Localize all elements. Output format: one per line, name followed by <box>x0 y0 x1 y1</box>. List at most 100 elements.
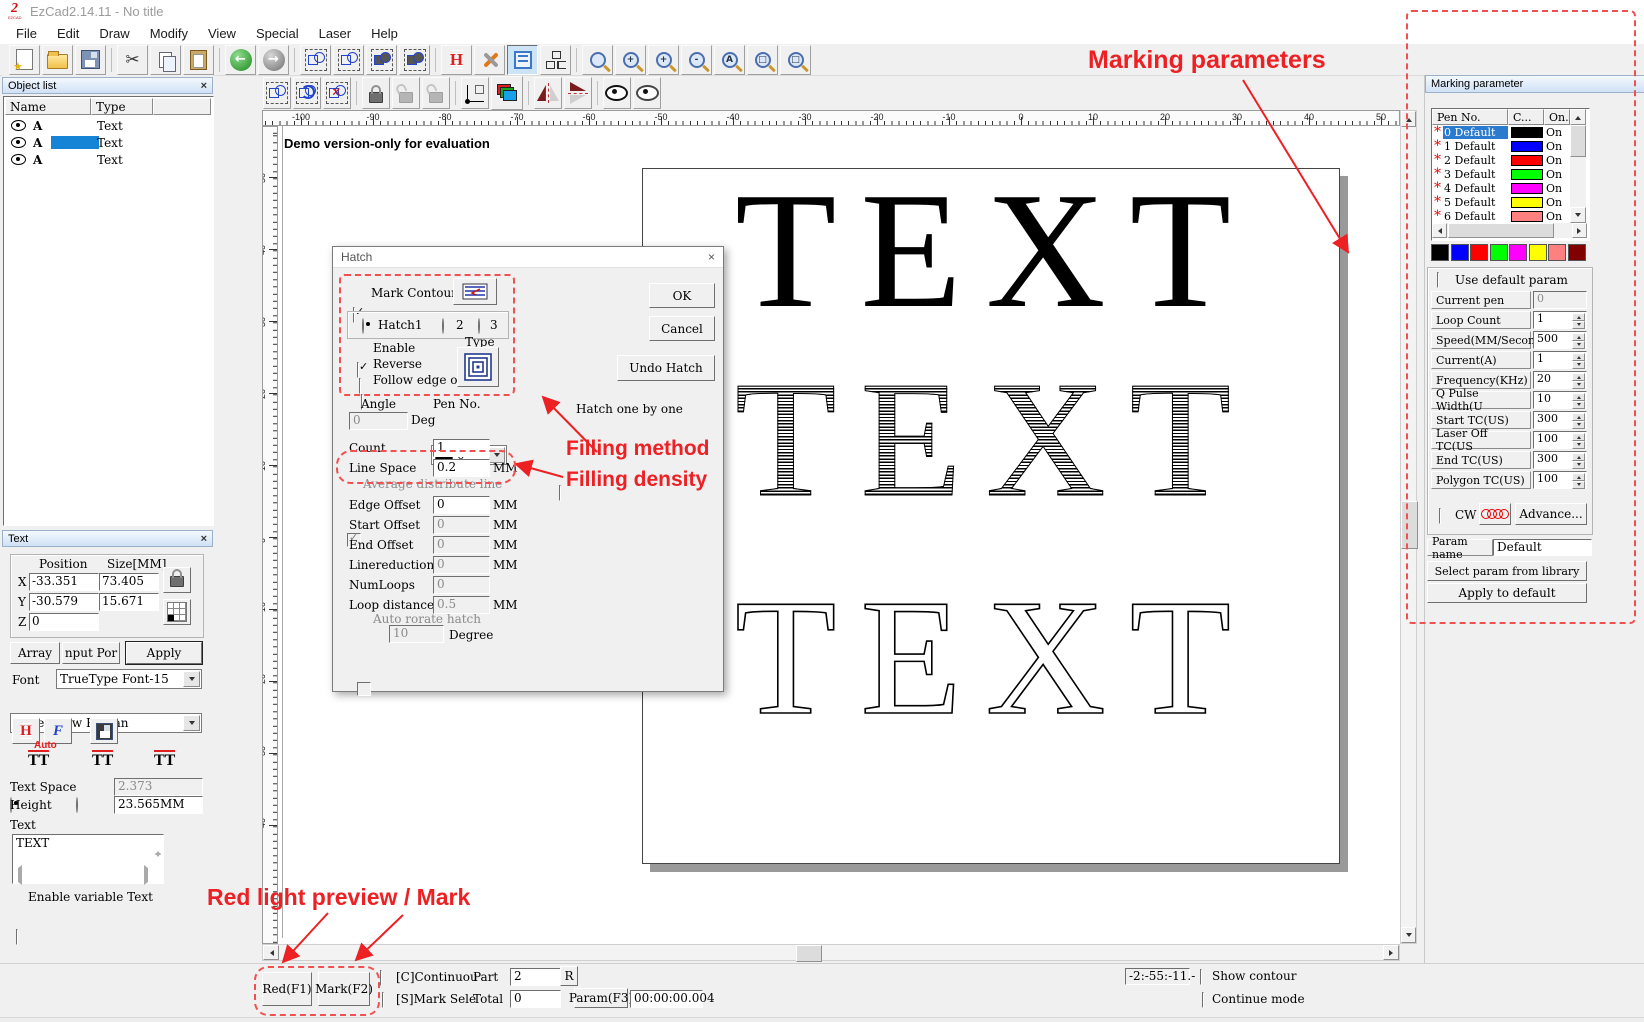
tools-button[interactable] <box>474 45 505 75</box>
redo-button[interactable]: → <box>258 45 289 75</box>
pen-row[interactable]: *1 DefaultOn <box>1432 139 1570 153</box>
menu-draw[interactable]: Draw <box>89 26 139 41</box>
scroll-left-icon[interactable] <box>263 945 279 960</box>
degree-input[interactable]: 10 <box>389 625 444 643</box>
zoom-selection-button[interactable]: □ <box>747 45 778 75</box>
spinner[interactable] <box>1572 393 1585 407</box>
palette-swatch[interactable] <box>1568 244 1586 261</box>
wobble-button[interactable] <box>1479 503 1511 525</box>
scroll-down-icon[interactable] <box>1401 927 1416 943</box>
param-f3-button[interactable]: Param(F3) <box>574 988 628 1008</box>
canvas-text-solid[interactable]: TEXT <box>735 167 1250 333</box>
spinner[interactable] <box>1572 473 1585 487</box>
column-header-name[interactable]: Name <box>5 98 91 115</box>
save-button[interactable] <box>75 45 106 75</box>
hatch-field-input[interactable]: 0 <box>433 516 490 534</box>
menu-laser[interactable]: Laser <box>309 26 362 41</box>
canvas-text-outline[interactable]: TEXT <box>735 574 1250 740</box>
select-param-button[interactable]: Select param from library <box>1427 561 1587 581</box>
hatch2-radio[interactable] <box>442 318 444 334</box>
undo-hatch-button[interactable]: Undo Hatch <box>617 355 715 381</box>
object-row[interactable]: AText <box>5 151 211 168</box>
size-position-button[interactable] <box>263 77 291 109</box>
lock-button[interactable] <box>362 77 390 109</box>
enable-checkbox[interactable] <box>357 362 359 378</box>
spinner[interactable] <box>1572 313 1585 327</box>
zoom-page-button[interactable]: □ <box>780 45 811 75</box>
y-size-input[interactable]: 15.671 <box>99 593 159 611</box>
part-input[interactable]: 2 <box>510 968 561 986</box>
palette-swatch[interactable] <box>1548 244 1566 261</box>
hatch-field-input[interactable]: 0.2 <box>433 459 490 477</box>
spinner[interactable] <box>1572 413 1585 427</box>
zoom-all-button[interactable]: A <box>714 45 745 75</box>
palette-swatch[interactable] <box>1490 244 1508 261</box>
menu-file[interactable]: File <box>6 26 47 41</box>
undo-button[interactable]: ← <box>225 45 256 75</box>
ok-button[interactable]: OK <box>649 283 715 308</box>
show-contour-checkbox[interactable] <box>1200 969 1202 985</box>
column-header-type[interactable]: Type <box>91 98 153 115</box>
menu-view[interactable]: View <box>198 26 246 41</box>
hatch-field-input[interactable]: 0 <box>433 556 490 574</box>
zoom-out-button[interactable]: - <box>681 45 712 75</box>
visible-eye-icon[interactable] <box>11 120 26 131</box>
copy-button[interactable] <box>150 45 181 75</box>
palette-swatch[interactable] <box>1470 244 1488 261</box>
field-input[interactable]: 20 <box>1533 371 1587 389</box>
pen-hscroll-thumb[interactable] <box>1448 223 1554 238</box>
cancel-button[interactable]: Cancel <box>649 316 715 341</box>
new-button[interactable] <box>9 45 40 75</box>
object-row[interactable]: AText <box>5 134 211 151</box>
palette-swatch[interactable] <box>1431 244 1449 261</box>
select-mode-4-button[interactable] <box>399 45 430 75</box>
y-position-input[interactable]: -30.579 <box>29 593 99 611</box>
palette-swatch[interactable] <box>1451 244 1469 261</box>
spinner[interactable] <box>1572 453 1585 467</box>
canvas-vscrollbar[interactable] <box>1400 110 1417 944</box>
use-default-checkbox[interactable] <box>1437 272 1439 288</box>
chevron-down-icon[interactable] <box>183 715 200 731</box>
spinner[interactable] <box>1572 373 1585 387</box>
font-type-combo[interactable]: TrueType Font-15 <box>56 669 202 689</box>
scroll-down-icon[interactable] <box>1570 207 1586 223</box>
apply-button[interactable]: Apply <box>126 642 202 664</box>
save-font-button[interactable] <box>90 718 118 744</box>
angle-input[interactable]: 0 <box>349 412 408 430</box>
pen-row[interactable]: *0 DefaultOn <box>1432 125 1570 139</box>
field-input[interactable]: 300 <box>1533 411 1587 429</box>
advance-button[interactable]: Advance... <box>1515 503 1587 525</box>
zoom-window-button[interactable] <box>582 45 613 75</box>
hatch-checkbox[interactable] <box>357 682 371 696</box>
visible-eye-icon[interactable] <box>11 137 26 148</box>
scroll-right-icon[interactable] <box>1572 223 1587 238</box>
hatch-field-input[interactable]: 0 <box>433 576 490 594</box>
move-to-origin-button[interactable] <box>461 77 489 109</box>
pen-row[interactable]: *2 DefaultOn <box>1432 153 1570 167</box>
canvas-hscrollbar[interactable] <box>262 944 1400 961</box>
cut-button[interactable]: ✂ <box>117 45 148 75</box>
visible-eye-icon[interactable] <box>11 154 26 165</box>
x-position-input[interactable]: -33.351 <box>29 573 99 591</box>
array-button[interactable]: Array <box>10 642 60 664</box>
object-row[interactable]: AText <box>5 117 211 134</box>
menu-edit[interactable]: Edit <box>47 26 89 41</box>
mark-selected-checkbox[interactable] <box>382 992 384 1008</box>
red-preview-button[interactable]: Red(F1) <box>262 972 312 1006</box>
chevron-down-icon[interactable] <box>183 671 200 687</box>
scroll-up-icon[interactable] <box>1401 111 1416 127</box>
select-mode-3-button[interactable] <box>366 45 397 75</box>
hatch1-radio[interactable] <box>362 318 364 334</box>
delete-button[interactable]: ✕ <box>323 77 351 109</box>
field-input[interactable]: 1 <box>1533 351 1587 369</box>
x-size-input[interactable]: 73.405 <box>99 573 159 591</box>
pen-vscroll-thumb[interactable] <box>1570 125 1586 157</box>
scroll-down-icon[interactable] <box>155 857 161 871</box>
close-icon[interactable]: × <box>201 533 207 545</box>
cw-checkbox[interactable] <box>1439 508 1441 524</box>
field-input[interactable]: 500 <box>1533 331 1587 349</box>
column-header-blank[interactable] <box>153 98 211 115</box>
select-mode-1-button[interactable] <box>300 45 331 75</box>
pen-row[interactable]: *6 DefaultOn <box>1432 209 1570 223</box>
spinner[interactable] <box>1572 433 1585 447</box>
